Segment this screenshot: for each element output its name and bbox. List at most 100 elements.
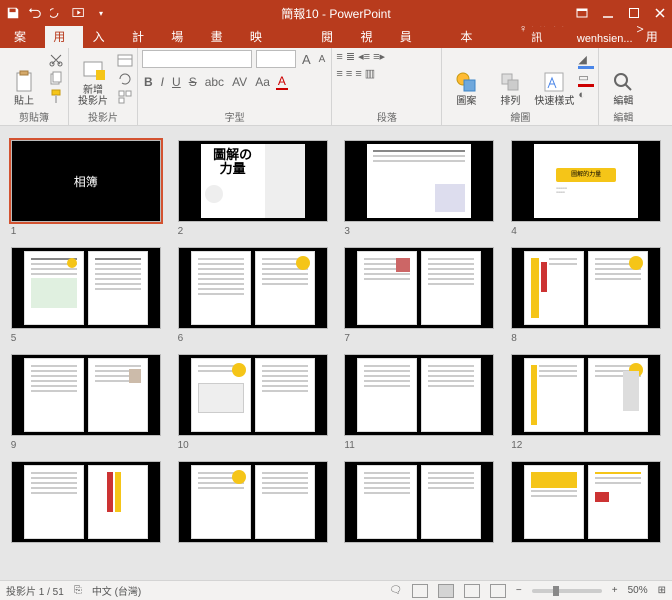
language-indicator[interactable]: 中文 (台灣) bbox=[92, 583, 141, 598]
grow-font-button[interactable]: A bbox=[300, 52, 313, 67]
group-drawing: 圖案 排列 快速樣式 ◢ ▭ ◐ 繪圖 bbox=[442, 48, 599, 125]
underline-button[interactable]: U bbox=[170, 75, 183, 89]
redo-icon[interactable] bbox=[50, 6, 64, 20]
editing-button[interactable]: 編輯 bbox=[603, 51, 643, 107]
slide-thumbnail-9[interactable]: 9 bbox=[11, 354, 161, 451]
shrink-font-button[interactable]: A bbox=[317, 54, 328, 65]
reset-icon[interactable] bbox=[117, 71, 133, 87]
layout-icon[interactable] bbox=[117, 53, 133, 69]
new-slide-icon bbox=[81, 59, 105, 83]
slide-thumbnail-1[interactable]: 相簿 1 bbox=[11, 140, 161, 237]
shapes-button[interactable]: 圖案 bbox=[446, 51, 486, 107]
char-spacing-button[interactable]: AV bbox=[230, 75, 249, 89]
bold-button[interactable]: B bbox=[142, 75, 155, 89]
section-icon[interactable] bbox=[117, 89, 133, 105]
shape-effects-icon[interactable]: ◐ bbox=[578, 89, 594, 105]
decrease-indent-icon[interactable]: ◂≡ bbox=[358, 51, 370, 63]
close-icon[interactable] bbox=[654, 7, 666, 19]
slide-thumbnail-12[interactable]: 12 bbox=[511, 354, 661, 451]
slide-thumbnail-8[interactable]: 8 bbox=[511, 247, 661, 344]
comments-icon[interactable]: 🗨 bbox=[389, 585, 402, 596]
group-editing: 編輯 編輯 bbox=[599, 48, 647, 125]
spell-check-icon[interactable]: ⎘ bbox=[74, 585, 82, 596]
qat-dropdown-icon[interactable]: ▾ bbox=[94, 6, 108, 20]
paragraph-group-label: 段落 bbox=[336, 108, 437, 124]
slide-number: 7 bbox=[344, 333, 494, 344]
zoom-in-button[interactable]: + bbox=[612, 585, 618, 596]
numbering-icon[interactable]: ≣ bbox=[346, 51, 355, 63]
reading-view-button[interactable] bbox=[464, 584, 480, 598]
new-slide-button[interactable]: 新增 投影片 bbox=[73, 51, 113, 107]
slide-number: 12 bbox=[511, 440, 661, 451]
fit-to-window-button[interactable]: ⊞ bbox=[658, 585, 666, 596]
group-slides: 新增 投影片 投影片 bbox=[69, 48, 138, 125]
minimize-icon[interactable] bbox=[602, 7, 614, 19]
find-icon bbox=[611, 70, 635, 94]
strike-button[interactable]: S bbox=[187, 75, 199, 89]
ribbon-display-icon[interactable] bbox=[576, 7, 588, 19]
start-from-beginning-icon[interactable] bbox=[72, 6, 86, 20]
slide-4-title: 圖解的力量 bbox=[556, 168, 616, 182]
slide-number: 8 bbox=[511, 333, 661, 344]
slide-thumbnail-4[interactable]: 圖解的力量 ▪▪▪▪▪▪▪▪▪▪▪▪▪▪▪▪▪▪ 4 bbox=[511, 140, 661, 237]
slide-thumbnail-10[interactable]: 10 bbox=[178, 354, 328, 451]
save-icon[interactable] bbox=[6, 6, 20, 20]
account-name[interactable]: wenhsien... bbox=[577, 33, 633, 48]
slide-thumbnail-14[interactable]: 14 bbox=[178, 461, 328, 558]
italic-button[interactable]: I bbox=[159, 75, 166, 89]
slide-sorter-view-button[interactable] bbox=[438, 584, 454, 598]
slide-thumbnail-15[interactable]: 15 bbox=[344, 461, 494, 558]
font-group-label: 字型 bbox=[142, 108, 327, 124]
font-size-input[interactable] bbox=[256, 50, 296, 68]
maximize-icon[interactable] bbox=[628, 7, 640, 19]
zoom-slider[interactable] bbox=[532, 589, 602, 593]
font-name-input[interactable] bbox=[142, 50, 252, 68]
columns-icon[interactable]: ▥ bbox=[365, 68, 375, 80]
font-color-button[interactable]: A bbox=[276, 74, 288, 90]
slide-sorter-view[interactable]: 相簿 1 圖解の 力量 2 bbox=[0, 126, 672, 580]
shape-fill-icon[interactable]: ◢ bbox=[578, 53, 594, 69]
arrange-label: 排列 bbox=[500, 96, 520, 107]
slide-count-indicator[interactable]: 投影片 1 / 51 bbox=[6, 583, 64, 598]
slide-thumbnail-11[interactable]: 11 bbox=[344, 354, 494, 451]
bullets-icon[interactable]: ≡ bbox=[336, 51, 342, 63]
align-center-icon[interactable]: ≡ bbox=[346, 68, 352, 80]
slide-number: 6 bbox=[178, 333, 328, 344]
slide-number: 4 bbox=[511, 226, 661, 237]
shape-outline-icon[interactable]: ▭ bbox=[578, 71, 594, 87]
ribbon-tabs: 檔案 常用 插入 設計 轉場 動畫 投影片放映 校閱 檢視 開發人員 分鏡腳本 … bbox=[0, 26, 672, 48]
arrange-button[interactable]: 排列 bbox=[490, 51, 530, 107]
zoom-level[interactable]: 50% bbox=[628, 585, 648, 596]
slide-number: 1 bbox=[11, 226, 161, 237]
copy-icon[interactable] bbox=[48, 71, 64, 87]
change-case-button[interactable]: Aa bbox=[253, 75, 272, 89]
slide-thumbnail-2[interactable]: 圖解の 力量 2 bbox=[178, 140, 328, 237]
slideshow-view-button[interactable] bbox=[490, 584, 506, 598]
zoom-out-button[interactable]: − bbox=[516, 585, 522, 596]
slide-1-title: 相簿 bbox=[74, 173, 98, 190]
slide-thumbnail-7[interactable]: 7 bbox=[344, 247, 494, 344]
normal-view-button[interactable] bbox=[412, 584, 428, 598]
group-font: A A B I U S abc AV Aa A 字型 bbox=[138, 48, 332, 125]
align-left-icon[interactable]: ≡ bbox=[336, 68, 342, 80]
paste-button[interactable]: 貼上 bbox=[4, 51, 44, 107]
undo-icon[interactable] bbox=[28, 6, 42, 20]
slide-number: 9 bbox=[11, 440, 161, 451]
slide-number: 11 bbox=[344, 440, 494, 451]
format-painter-icon[interactable] bbox=[48, 89, 64, 105]
slide-thumbnail-3[interactable]: 3 bbox=[344, 140, 494, 237]
slide-grid: 相簿 1 圖解の 力量 2 bbox=[8, 140, 664, 558]
quick-styles-button[interactable]: 快速樣式 bbox=[534, 51, 574, 107]
slide-thumbnail-5[interactable]: 5 bbox=[11, 247, 161, 344]
slide-thumbnail-13[interactable]: 13 bbox=[11, 461, 161, 558]
slide-number: 5 bbox=[11, 333, 161, 344]
cut-icon[interactable] bbox=[48, 53, 64, 69]
align-right-icon[interactable]: ≡ bbox=[355, 68, 361, 80]
shadow-button[interactable]: abc bbox=[203, 75, 226, 89]
slide-thumbnail-16[interactable]: 16 bbox=[511, 461, 661, 558]
clipboard-icon bbox=[12, 70, 36, 94]
slide-thumbnail-6[interactable]: 6 bbox=[178, 247, 328, 344]
document-title: 簡報10 - PowerPoint bbox=[281, 5, 390, 22]
increase-indent-icon[interactable]: ≡▸ bbox=[373, 51, 385, 63]
paste-label: 貼上 bbox=[14, 96, 34, 107]
